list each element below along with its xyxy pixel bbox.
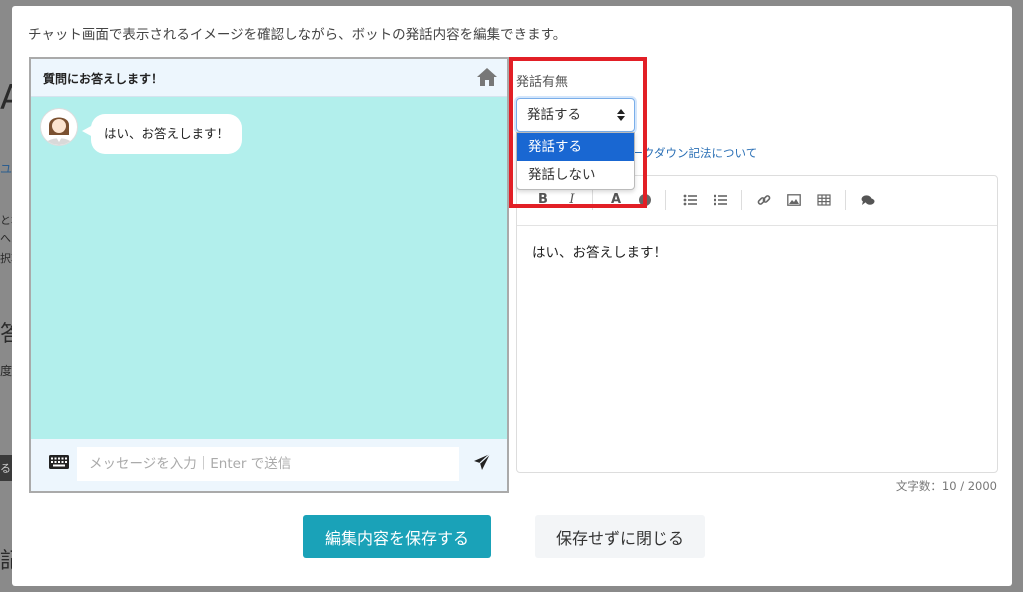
bold-icon[interactable]: B (535, 193, 551, 207)
bg-fragment: る (0, 462, 11, 475)
chat-header-title: 質問にお答えします！ (43, 72, 164, 86)
speech-setting-label: 発話有無 (516, 75, 569, 90)
markdown-help-link[interactable]: マークダウン記法について (620, 145, 757, 161)
character-count: 文字数：10 / 2000 (895, 479, 997, 493)
toolbar-divider (592, 190, 593, 210)
speech-select-dropdown: 発話する 発話しない (516, 132, 635, 190)
toolbar-divider (741, 190, 742, 210)
editor-content[interactable]: はい、お答えします！ (532, 241, 667, 261)
edit-modal: チャット画面で表示されるイメージを確認しながら、ボットの発話内容を編集できます。… (12, 6, 1012, 586)
bg-fragment: 度 (0, 364, 13, 378)
chat-header: 質問にお答えします！ (31, 59, 507, 97)
font-color-icon[interactable]: A (608, 193, 624, 207)
speech-option-off[interactable]: 発話しない (517, 161, 634, 189)
italic-icon[interactable]: I (564, 193, 580, 207)
send-icon[interactable] (473, 453, 491, 471)
avatar (40, 108, 78, 146)
keyboard-icon[interactable] (49, 455, 69, 469)
message-input[interactable] (77, 447, 459, 481)
speech-option-on[interactable]: 発話する (517, 133, 634, 161)
image-icon[interactable] (786, 193, 802, 207)
toolbar-divider (665, 190, 666, 210)
comment-icon[interactable] (860, 193, 876, 207)
home-icon[interactable] (476, 67, 498, 87)
bot-message-bubble: はい、お答えします！ (81, 114, 243, 154)
save-button[interactable]: 編集内容を保存する (303, 515, 491, 558)
bg-fragment: ユ (0, 162, 13, 176)
table-icon[interactable] (816, 193, 832, 207)
numbered-list-icon[interactable] (712, 193, 728, 207)
speech-select-value: 発話する (527, 107, 581, 123)
close-without-saving-button[interactable]: 保存せずに閉じる (535, 515, 705, 558)
chat-input-bar (31, 439, 507, 491)
message-editor: B I A はい、お答えします！ (516, 175, 998, 473)
speech-select[interactable]: 発話する (516, 98, 635, 132)
link-icon[interactable] (756, 193, 772, 207)
modal-intro-text: チャット画面で表示されるイメージを確認しながら、ボットの発話内容を編集できます。 (28, 27, 567, 43)
toolbar-divider (845, 190, 846, 210)
bullet-list-icon[interactable] (682, 193, 698, 207)
select-arrows-icon (617, 109, 625, 121)
emoji-icon[interactable] (637, 193, 653, 207)
chat-preview: 質問にお答えします！ はい、お答えします！ (29, 57, 509, 493)
